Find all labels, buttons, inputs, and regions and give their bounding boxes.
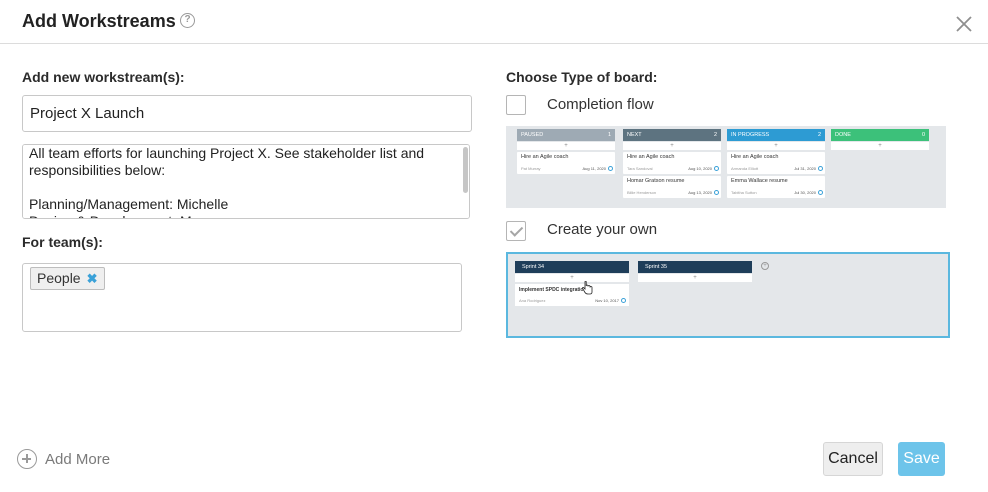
add-card-icon: +	[515, 274, 629, 282]
dialog-title: Add Workstreams	[22, 11, 176, 31]
column-count: 1	[607, 132, 611, 138]
column-count: 0	[921, 132, 925, 138]
kanban-card: Homar Gratson resume Billie Henderson Au…	[623, 176, 721, 198]
column-title: IN PROGRESS	[731, 132, 770, 138]
create-own-label[interactable]: Create your own	[547, 221, 657, 238]
card-date: Aug 10, 2020	[688, 166, 712, 171]
add-card-icon: +	[638, 274, 752, 282]
card-assignee: Armanda Elliott	[731, 166, 759, 171]
card-assignee: Billie Henderson	[627, 190, 657, 195]
sprint-card: Implement SPDC integration Ana Rodriguez…	[515, 284, 629, 306]
sprint-column-header: Sprint 34	[515, 261, 629, 273]
card-title: Hire an Agile coach	[521, 154, 569, 160]
create-own-preview[interactable]: Sprint 34 + Implement SPDC integration A…	[506, 252, 950, 338]
kanban-column-header: IN PROGRESS 2	[727, 129, 825, 141]
add-more-label: Add More	[45, 451, 111, 468]
card-assignee: Pat Murray	[521, 166, 541, 171]
add-column-icon: +	[761, 262, 769, 270]
progress-icon	[608, 166, 613, 171]
progress-icon	[818, 166, 823, 171]
board-type-label: Choose Type of board:	[506, 69, 658, 85]
progress-icon	[621, 298, 626, 303]
kanban-column: NEXT 2 + Hire an Agile coach Tara Sandova…	[623, 129, 721, 198]
card-title: Homar Gratson resume	[627, 178, 685, 184]
progress-icon	[714, 190, 719, 195]
remove-team-icon[interactable]: ✖	[87, 271, 98, 286]
help-icon[interactable]: ?	[180, 13, 195, 28]
completion-flow-label[interactable]: Completion flow	[547, 96, 654, 113]
kanban-column-header: NEXT 2	[623, 129, 721, 141]
kanban-card: Hire an Agile coach Pat Murray Aug 11, 2…	[517, 152, 615, 174]
add-card-icon: +	[517, 142, 615, 150]
progress-icon	[714, 166, 719, 171]
teams-input[interactable]: People ✖	[22, 263, 462, 332]
card-date: Aug 11, 2020	[582, 166, 606, 171]
kanban-column-header: PAUSED 1	[517, 129, 615, 141]
card-title: Implement SPDC integration	[519, 287, 587, 293]
cancel-button[interactable]: Cancel	[823, 442, 883, 476]
card-assignee: Ana Rodriguez	[519, 298, 546, 303]
kanban-card: Emma Wallace resume Tabitha Sutton Jul 3…	[727, 176, 825, 198]
sprint-column: Sprint 34 + Implement SPDC integration A…	[515, 261, 629, 306]
progress-icon	[818, 190, 823, 195]
column-title: PAUSED	[521, 132, 544, 138]
sprint-column: Sprint 35 +	[638, 261, 752, 282]
workstream-name-input[interactable]	[22, 95, 472, 132]
completion-flow-checkbox[interactable]	[506, 95, 526, 115]
add-card-icon: +	[831, 142, 929, 150]
description-scrollbar[interactable]	[463, 147, 468, 193]
dialog-header: Add Workstreams ?	[0, 0, 988, 44]
close-icon[interactable]	[955, 15, 973, 33]
kanban-card: Hire an Agile coach Armanda Elliott Jul …	[727, 152, 825, 174]
completion-flow-preview[interactable]: PAUSED 1 + Hire an Agile coach Pat Murray…	[506, 126, 946, 208]
add-card-icon: +	[623, 142, 721, 150]
kanban-column: DONE 0 +	[831, 129, 929, 150]
team-tag-label: People	[37, 270, 81, 286]
card-date: Jul 30, 2020	[794, 190, 816, 195]
save-button[interactable]: Save	[898, 442, 945, 476]
hand-cursor-icon	[582, 281, 593, 295]
description-textarea[interactable]: All team efforts for launching Project X…	[23, 145, 469, 218]
plus-circle-icon	[17, 449, 37, 469]
teams-label: For team(s):	[22, 234, 103, 250]
card-date: Nov 10, 2017	[595, 298, 619, 303]
description-field[interactable]: All team efforts for launching Project X…	[22, 144, 470, 219]
card-assignee: Tara Sandoval	[627, 166, 653, 171]
card-title: Emma Wallace resume	[731, 178, 788, 184]
sprint-column-header: Sprint 35	[638, 261, 752, 273]
column-title: NEXT	[627, 132, 642, 138]
kanban-column-header: DONE 0	[831, 129, 929, 141]
column-count: 2	[817, 132, 821, 138]
card-date: Aug 13, 2020	[688, 190, 712, 195]
column-title: DONE	[835, 132, 851, 138]
kanban-column: IN PROGRESS 2 + Hire an Agile coach Arman…	[727, 129, 825, 198]
card-assignee: Tabitha Sutton	[731, 190, 757, 195]
card-date: Jul 31, 2020	[794, 166, 816, 171]
column-count: 2	[713, 132, 717, 138]
card-title: Hire an Agile coach	[731, 154, 779, 160]
team-tag-people: People ✖	[30, 267, 105, 290]
workstream-label: Add new workstream(s):	[22, 69, 185, 85]
kanban-card: Hire an Agile coach Tara Sandoval Aug 10…	[623, 152, 721, 174]
add-card-icon: +	[727, 142, 825, 150]
create-own-checkbox[interactable]	[506, 221, 526, 241]
card-title: Hire an Agile coach	[627, 154, 675, 160]
kanban-column: PAUSED 1 + Hire an Agile coach Pat Murray…	[517, 129, 615, 174]
